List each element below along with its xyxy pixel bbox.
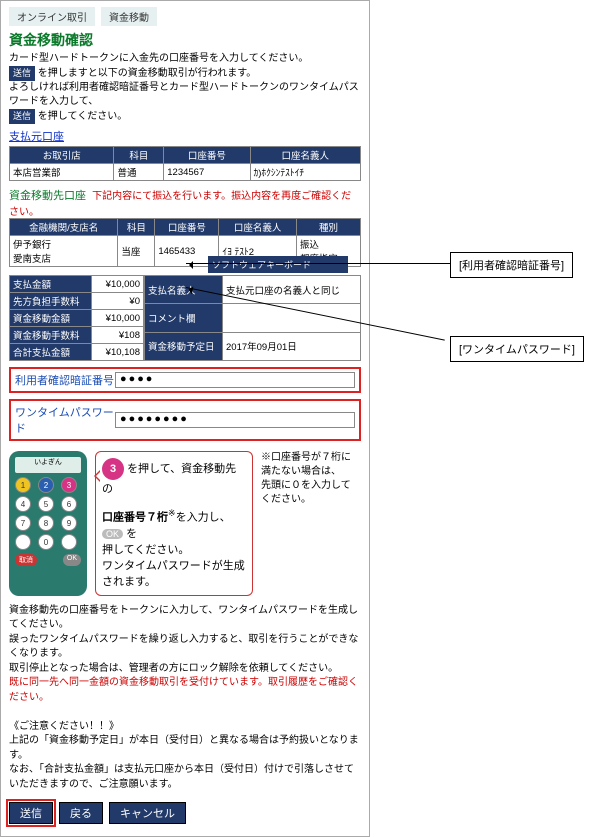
account-digit-note: ※口座番号が７桁に 満たない場合は、 先頭に０を入力して ください。 — [261, 451, 361, 596]
detail-table: 支払名義人支払元口座の名義人と同じ コメント欄 資金移動予定日2017年09月0… — [144, 275, 361, 361]
token-device-icon: いよぎん 123 456 789 0 取消OK — [9, 451, 87, 596]
otp-label: ワンタイムパスワード — [15, 404, 115, 436]
cancel-button[interactable]: キャンセル — [109, 802, 186, 824]
ok-icon: OK — [102, 529, 123, 539]
source-account-link[interactable]: 支払元口座 — [9, 128, 64, 144]
back-button[interactable]: 戻る — [59, 802, 103, 824]
pin-label: 利用者確認暗証番号 — [15, 372, 115, 388]
soft-keyboard-banner[interactable]: ソフトウェアキーボード — [208, 256, 348, 273]
callout-pin: [利用者確認暗証番号] — [450, 252, 573, 278]
otp-row: ワンタイムパスワード ●●●●●●●● — [9, 399, 361, 441]
pin-input[interactable]: ●●●● — [115, 372, 355, 388]
pin-row: 利用者確認暗証番号 ●●●● — [9, 367, 361, 393]
table-row: 本店営業部普通 1234567ｶ)ﾎｸｼﾝﾃｽﾄｲﾁ — [10, 164, 361, 181]
otp-input[interactable]: ●●●●●●●● — [115, 412, 355, 428]
footer-notes: 資金移動先の口座番号をトークンに入力して、ワンタイムパスワードを生成してください… — [9, 604, 361, 793]
arrow-icon — [186, 263, 450, 264]
tab-online[interactable]: オンライン取引 — [9, 7, 95, 26]
amount-table: 支払金額¥10,000 先方負担手数料¥0 資金移動金額¥10,000 資金移動… — [9, 275, 144, 361]
source-account-table: お取引店科目 口座番号口座名義人 本店営業部普通 1234567ｶ)ﾎｸｼﾝﾃｽ… — [9, 146, 361, 181]
page-title: 資金移動確認 — [9, 30, 361, 50]
intro-text: カード型ハードトークンに入金先の口座番号を入力してください。 送信 を押しますと… — [9, 52, 361, 124]
dest-account-label: 資金移動先口座 — [9, 190, 86, 202]
tab-transfer[interactable]: 資金移動 — [101, 7, 157, 26]
instruction-bubble: 3 を押して、資金移動先の 口座番号７桁※を入力し、 OK を 押してください。… — [95, 451, 253, 596]
send-button[interactable]: 送信 — [9, 802, 53, 824]
send-badge: 送信 — [9, 109, 35, 124]
send-badge: 送信 — [9, 66, 35, 81]
callout-otp: [ワンタイムパスワード] — [450, 336, 584, 362]
step-badge: 3 — [102, 458, 124, 480]
